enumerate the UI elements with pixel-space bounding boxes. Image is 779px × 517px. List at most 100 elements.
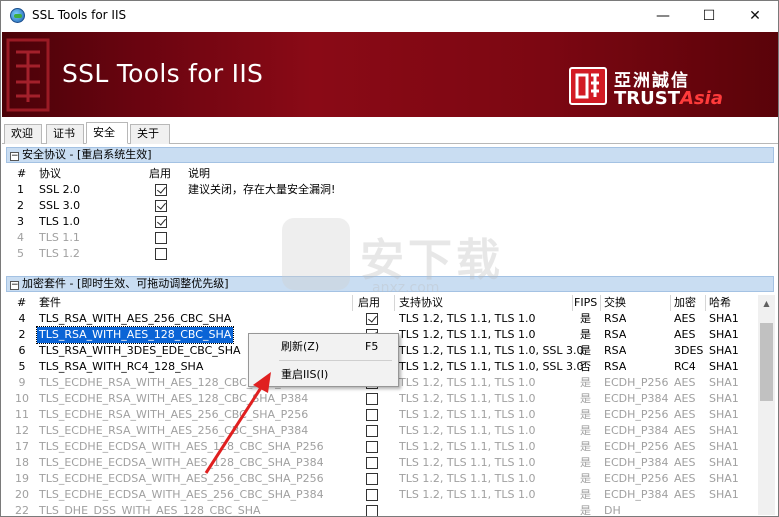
column-divider[interactable] — [600, 295, 601, 311]
cipher-row[interactable]: 20 TLS_ECDHE_ECDSA_WITH_AES_256_CBC_SHA_P… — [6, 487, 774, 503]
col-hash-header: 哈希 — [709, 296, 731, 309]
cipher-enable-checkbox[interactable] — [366, 473, 378, 485]
protocol-enable-checkbox[interactable] — [155, 248, 167, 260]
cipher-enable-checkbox[interactable] — [366, 489, 378, 501]
protocol-table-header: # 协议 启用 说明 — [6, 166, 774, 182]
cipher-kx: ECDH_P384 — [604, 392, 669, 405]
cipher-enable-checkbox[interactable] — [366, 313, 378, 325]
column-divider[interactable] — [352, 295, 353, 311]
collapse-icon[interactable]: − — [10, 281, 19, 290]
cipher-num: 19 — [15, 472, 29, 485]
cipher-kx: RSA — [604, 312, 627, 325]
tab-security[interactable]: 安全 — [86, 122, 128, 144]
cipher-row[interactable]: 12 TLS_ECDHE_RSA_WITH_AES_256_CBC_SHA_P38… — [6, 423, 774, 439]
col-enabled-header: 启用 — [358, 296, 380, 309]
cipher-enable-checkbox[interactable] — [366, 425, 378, 437]
scroll-up-arrow-icon[interactable]: ▲ — [758, 295, 775, 312]
cipher-suite: TLS_ECDHE_RSA_WITH_AES_256_CBC_SHA_P256 — [39, 408, 309, 421]
protocol-row[interactable]: 5 TLS 1.2 — [6, 246, 774, 262]
cipher-kx: DH — [604, 504, 621, 517]
cipher-num: 10 — [15, 392, 29, 405]
cipher-fips: 是 — [580, 440, 591, 453]
cipher-enable-checkbox[interactable] — [366, 393, 378, 405]
protocol-row[interactable]: 4 TLS 1.1 — [6, 230, 774, 246]
column-divider[interactable] — [394, 295, 395, 311]
cipher-kx: ECDH_P256 — [604, 440, 669, 453]
cipher-row[interactable]: 17 TLS_ECDHE_ECDSA_WITH_AES_128_CBC_SHA_P… — [6, 439, 774, 455]
protocol-enable-checkbox[interactable] — [155, 232, 167, 244]
col-enabled-header: 启用 — [149, 167, 171, 180]
protocol-enable-checkbox[interactable] — [155, 200, 167, 212]
menu-item-label: 刷新(Z) — [281, 340, 320, 353]
cipher-fips: 是 — [580, 312, 591, 325]
cipher-fips: 否 — [580, 360, 591, 373]
protocol-enable-checkbox[interactable] — [155, 184, 167, 196]
cipher-row[interactable]: 22 TLS_DHE_DSS_WITH_AES_128_CBC_SHA 是 DH — [6, 503, 774, 517]
cipher-num: 6 — [18, 344, 26, 357]
col-num-header: # — [17, 296, 27, 309]
cipher-protocols: TLS 1.2, TLS 1.1, TLS 1.0 — [399, 376, 536, 389]
menu-item-refresh[interactable]: 刷新(Z) F5 — [251, 336, 396, 358]
column-divider[interactable] — [572, 295, 573, 311]
cipher-hash: SHA1 — [709, 344, 739, 357]
protocol-row[interactable]: 1 SSL 2.0 建议关闭，存在大量安全漏洞! — [6, 182, 774, 198]
cipher-row[interactable]: 10 TLS_ECDHE_RSA_WITH_AES_128_CBC_SHA_P38… — [6, 391, 774, 407]
tab-certificate[interactable]: 证书 — [46, 124, 84, 144]
col-fips-header: FIPS — [574, 296, 598, 309]
cipher-row[interactable]: 18 TLS_ECDHE_ECDSA_WITH_AES_128_CBC_SHA_P… — [6, 455, 774, 471]
protocol-row[interactable]: 2 SSL 3.0 — [6, 198, 774, 214]
cipher-num: 9 — [18, 376, 26, 389]
protocol-num: 4 — [17, 231, 24, 244]
column-divider[interactable] — [705, 295, 706, 311]
col-protocols-header: 支持协议 — [399, 296, 443, 309]
col-num-header: # — [17, 167, 27, 180]
protocol-name: TLS 1.1 — [39, 231, 80, 244]
maximize-button[interactable]: ☐ — [686, 1, 732, 31]
cipher-row[interactable]: 11 TLS_ECDHE_RSA_WITH_AES_256_CBC_SHA_P25… — [6, 407, 774, 423]
app-window: SSL Tools for IIS — ☐ ✕ SSL Tools for II… — [0, 0, 779, 517]
scroll-thumb[interactable] — [760, 323, 773, 401]
cipher-suite: TLS_RSA_WITH_AES_128_CBC_SHA — [35, 326, 235, 344]
cipher-fips: 是 — [580, 424, 591, 437]
cipher-enable-checkbox[interactable] — [366, 441, 378, 453]
cipher-num: 22 — [15, 504, 29, 517]
minimize-button[interactable]: — — [640, 1, 686, 31]
column-divider[interactable] — [670, 295, 671, 311]
cipher-enc: 3DES — [674, 344, 704, 357]
menu-item-restart-iis[interactable]: 重启IIS(I) — [251, 364, 396, 386]
col-suite-header: 套件 — [39, 296, 61, 309]
logo-english-text: TRUSTAsia — [614, 88, 723, 109]
protocol-group-header[interactable]: − 安全协议 - [重启系统生效] — [6, 147, 774, 163]
title-bar: SSL Tools for IIS — ☐ ✕ — [1, 1, 778, 31]
cipher-scrollbar[interactable]: ▲ — [758, 295, 775, 515]
cipher-fips: 是 — [580, 504, 591, 517]
cipher-enable-checkbox[interactable] — [366, 505, 378, 516]
protocol-name: SSL 2.0 — [39, 183, 81, 196]
tab-welcome[interactable]: 欢迎 — [4, 124, 42, 144]
cipher-enable-checkbox[interactable] — [366, 409, 378, 421]
cipher-num: 20 — [15, 488, 29, 501]
cipher-suite: TLS_RSA_WITH_3DES_EDE_CBC_SHA — [39, 344, 241, 357]
tab-about[interactable]: 关于 — [130, 124, 170, 144]
cipher-fips: 是 — [580, 344, 591, 357]
col-kx-header: 交换 — [604, 296, 626, 309]
logo-asia-text: Asia — [680, 88, 723, 109]
collapse-icon[interactable]: − — [10, 152, 19, 161]
close-button[interactable]: ✕ — [732, 1, 778, 31]
cipher-protocols: TLS 1.2, TLS 1.1, TLS 1.0 — [399, 408, 536, 421]
window-title: SSL Tools for IIS — [32, 8, 127, 22]
cipher-table: # 套件 启用 支持协议 FIPS 交换 加密 哈希 4 TLS_RSA_WITH… — [6, 295, 774, 517]
cipher-row[interactable]: 19 TLS_ECDHE_ECDSA_WITH_AES_256_CBC_SHA_P… — [6, 471, 774, 487]
cipher-num: 5 — [18, 360, 26, 373]
protocol-enable-checkbox[interactable] — [155, 216, 167, 228]
cipher-protocols: TLS 1.2, TLS 1.1, TLS 1.0 — [399, 488, 536, 501]
cipher-suite: TLS_ECDHE_RSA_WITH_AES_256_CBC_SHA_P384 — [39, 424, 309, 437]
cipher-protocols: TLS 1.2, TLS 1.1, TLS 1.0 — [399, 456, 536, 469]
cipher-num: 18 — [15, 456, 29, 469]
cipher-suite: TLS_RSA_WITH_AES_256_CBC_SHA — [39, 312, 232, 325]
cipher-row[interactable]: 4 TLS_RSA_WITH_AES_256_CBC_SHA TLS 1.2, TL… — [6, 311, 774, 327]
protocol-row[interactable]: 3 TLS 1.0 — [6, 214, 774, 230]
logo-trust-text: TRUST — [614, 88, 680, 109]
cipher-group-header[interactable]: − 加密套件 - [即时生效、可拖动调整优先级] — [6, 276, 774, 292]
cipher-enable-checkbox[interactable] — [366, 457, 378, 469]
